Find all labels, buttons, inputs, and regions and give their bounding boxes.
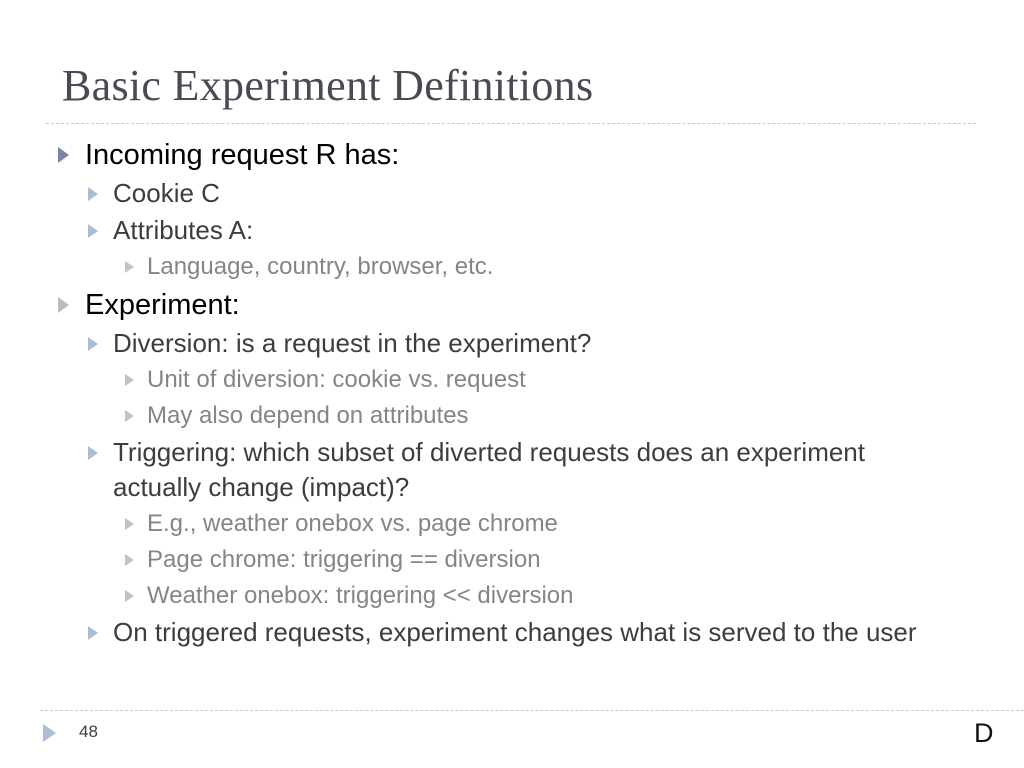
bullet-text: Cookie C [113,178,220,208]
bullet-level3: Unit of diversion: cookie vs. request [0,363,1024,397]
bullet-text: Attributes A: [113,215,254,245]
bullet-text: Page chrome: triggering == diversion [147,546,541,573]
slide-footer: 48 D [0,715,1024,765]
bullet-triangle-icon [58,147,69,163]
bullet-text: May also depend on attributes [147,402,469,429]
bullet-text: E.g., weather onebox vs. page chrome [147,510,558,537]
bullet-text: Diversion: is a request in the experimen… [113,328,592,358]
bullet-level1: Incoming request R has: [0,136,1024,174]
bullet-text: Triggering: which subset of diverted req… [113,437,873,502]
bullet-level3: May also depend on attributes [0,399,1024,433]
bullet-text: Weather onebox: triggering << diversion [147,582,574,609]
bullet-triangle-icon [88,337,98,351]
page-title: Basic Experiment Definitions [62,61,594,110]
bullet-level2: Diversion: is a request in the experimen… [0,326,1024,361]
bullet-level2: Cookie C [0,176,1024,211]
corner-mark: D [974,718,994,748]
bullet-triangle-icon [88,446,98,460]
bullet-text: Language, country, browser, etc. [147,253,494,280]
bullet-level3: E.g., weather onebox vs. page chrome [0,507,1024,541]
bullet-text: On triggered requests, experiment change… [113,617,917,647]
bullet-text: Experiment: [85,289,240,321]
bullet-text: Incoming request R has: [85,139,400,171]
bullet-triangle-icon [125,261,134,273]
slide-number: 48 [79,722,98,741]
bullet-triangle-icon [125,518,134,530]
bullet-triangle-icon [125,554,134,566]
bullet-level3: Language, country, browser, etc. [0,250,1024,284]
bullet-triangle-icon [88,626,98,640]
slide: Basic Experiment Definitions Incoming re… [0,0,1024,768]
bullet-triangle-icon [88,224,98,238]
footer-divider [40,710,1024,711]
bullet-level2: Triggering: which subset of diverted req… [0,435,1024,505]
footer-triangle-icon [43,724,56,742]
content-body: Incoming request R has: Cookie C Attribu… [0,136,1024,652]
bullet-level2: On triggered requests, experiment change… [0,615,1024,650]
bullet-triangle-icon [88,187,98,201]
title-divider [46,123,976,124]
bullet-level3: Weather onebox: triggering << diversion [0,579,1024,613]
bullet-triangle-icon [125,410,134,422]
bullet-level2: Attributes A: [0,213,1024,248]
bullet-triangle-icon [125,590,134,602]
title-area: Basic Experiment Definitions [0,56,1024,124]
bullet-triangle-icon [125,374,134,386]
bullet-level1: Experiment: [0,286,1024,324]
bullet-level3: Page chrome: triggering == diversion [0,543,1024,577]
bullet-text: Unit of diversion: cookie vs. request [147,366,526,393]
bullet-triangle-icon [58,297,69,313]
